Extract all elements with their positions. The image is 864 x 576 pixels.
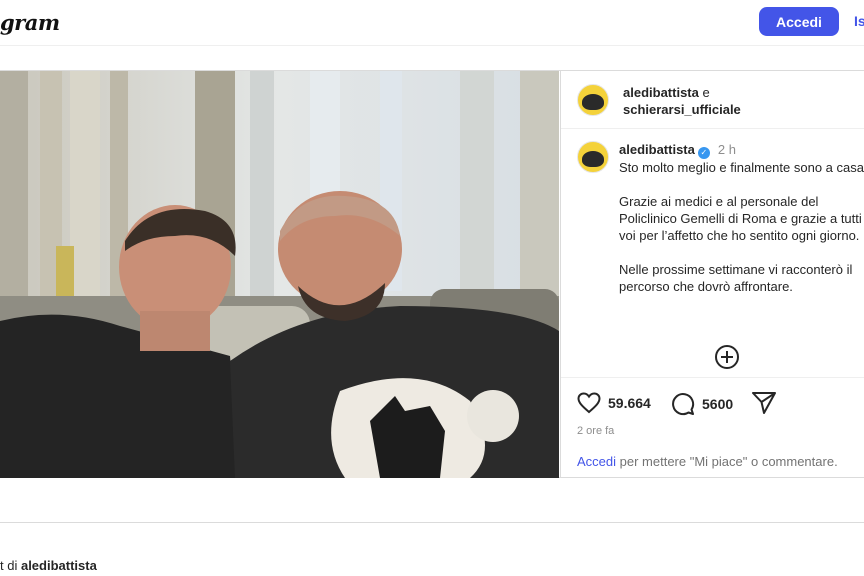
caption-avatar[interactable] [577, 141, 609, 173]
comment-count: 5600 [702, 396, 734, 412]
caption-text: Sto molto meglio e finalmente sono a cas… [619, 160, 864, 294]
comment-icon [672, 393, 695, 416]
login-prompt-link[interactable]: Accedi [577, 454, 616, 469]
comment-button[interactable]: 5600 [671, 392, 733, 416]
login-prompt: Accedi per mettere "Mi piace" o commenta… [577, 454, 838, 469]
signup-link[interactable]: Iscriviti [854, 13, 864, 29]
login-prompt-text: per mettere "Mi piace" o commentare. [616, 454, 838, 469]
instagram-logo[interactable]: gram [0, 10, 60, 35]
section-divider [0, 522, 864, 523]
caption-time: 2 h [717, 142, 736, 157]
post-header: aledibattista e schierarsi_ufficiale [561, 71, 864, 129]
photo-illustration [0, 71, 559, 478]
post-card: aledibattista e schierarsi_ufficiale ale… [0, 70, 864, 478]
top-bar: gram Accedi Iscriviti [0, 0, 864, 46]
more-posts-prefix: t di [0, 558, 21, 573]
load-more-comments-icon[interactable] [715, 345, 739, 369]
collab-user-2[interactable]: schierarsi_ufficiale [623, 102, 741, 117]
post-sidebar: aledibattista e schierarsi_ufficiale ale… [560, 71, 864, 478]
login-button[interactable]: Accedi [759, 7, 839, 36]
collab-names: aledibattista e schierarsi_ufficiale [623, 84, 741, 118]
post-photo[interactable] [0, 71, 559, 478]
action-bar: 59.664 5600 2 ore fa Accedi per mettere … [561, 377, 864, 478]
verified-badge-icon: ✓ [697, 147, 710, 159]
share-button[interactable] [751, 391, 784, 415]
like-count: 59.664 [608, 395, 651, 411]
post-age: 2 ore fa [577, 425, 615, 437]
author-avatar[interactable] [577, 84, 609, 116]
more-posts-user[interactable]: aledibattista [21, 558, 97, 573]
collab-conj: e [702, 85, 710, 100]
like-button[interactable]: 59.664 [577, 392, 651, 414]
heart-icon [577, 392, 601, 414]
collab-user-1[interactable]: aledibattista [623, 85, 699, 100]
caption-username[interactable]: aledibattista [619, 142, 695, 157]
send-icon [752, 392, 776, 414]
more-posts-heading: t di aledibattista [0, 558, 97, 573]
caption: aledibattista ✓ 2 h Sto molto meglio e fin… [619, 141, 864, 295]
